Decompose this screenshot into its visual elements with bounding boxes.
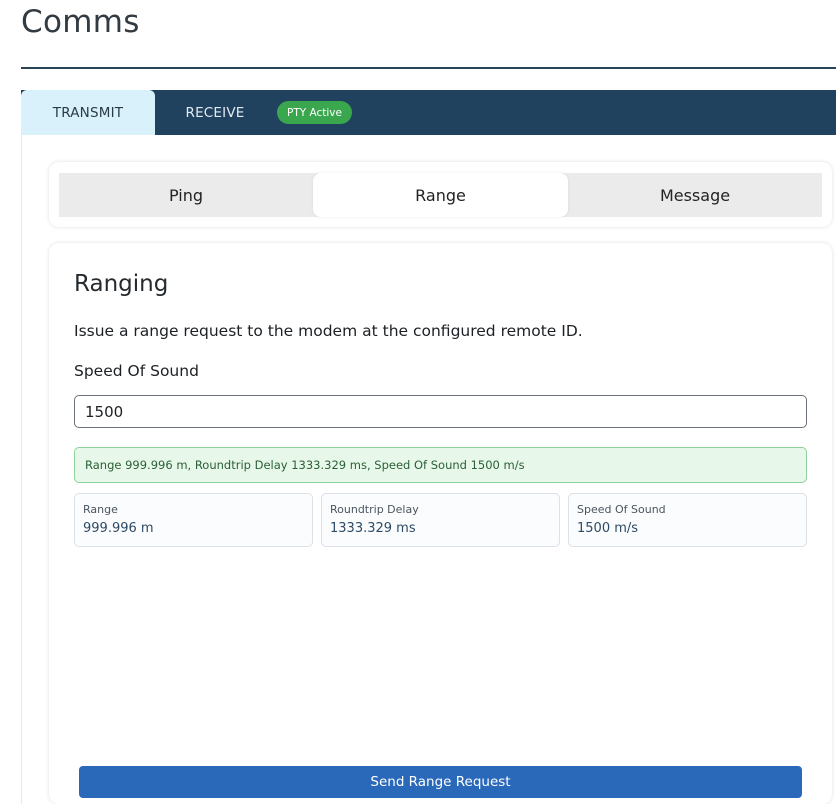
- segment-range[interactable]: Range: [313, 173, 568, 217]
- stat-speed-of-sound-label: Speed Of Sound: [577, 503, 666, 516]
- page-title: Comms: [21, 4, 140, 40]
- segment-message[interactable]: Message: [568, 173, 822, 217]
- pty-status-badge: PTY Active: [277, 101, 352, 124]
- stat-speed-of-sound: Speed Of Sound 1500 m/s: [568, 493, 807, 547]
- send-range-request-button[interactable]: Send Range Request: [79, 766, 802, 798]
- ranging-heading: Ranging: [74, 271, 169, 297]
- speed-of-sound-input[interactable]: [74, 395, 807, 428]
- stat-speed-of-sound-value: 1500 m/s: [577, 521, 639, 536]
- stat-range-value: 999.996 m: [83, 521, 154, 536]
- stat-roundtrip-delay-value: 1333.329 ms: [330, 521, 416, 536]
- speed-of-sound-label: Speed Of Sound: [74, 362, 199, 380]
- stat-roundtrip-delay: Roundtrip Delay 1333.329 ms: [321, 493, 560, 547]
- stat-range: Range 999.996 m: [74, 493, 313, 547]
- tab-transmit[interactable]: TRANSMIT: [21, 90, 155, 135]
- comms-tab-bar: TRANSMIT RECEIVE PTY Active: [21, 90, 836, 135]
- tab-receive[interactable]: RECEIVE: [171, 90, 259, 135]
- range-result-alert: Range 999.996 m, Roundtrip Delay 1333.32…: [74, 447, 807, 483]
- stat-roundtrip-delay-label: Roundtrip Delay: [330, 503, 419, 516]
- ranging-description: Issue a range request to the modem at th…: [74, 322, 583, 340]
- title-divider: [21, 67, 836, 69]
- stat-range-label: Range: [83, 503, 118, 516]
- segment-ping[interactable]: Ping: [59, 173, 313, 217]
